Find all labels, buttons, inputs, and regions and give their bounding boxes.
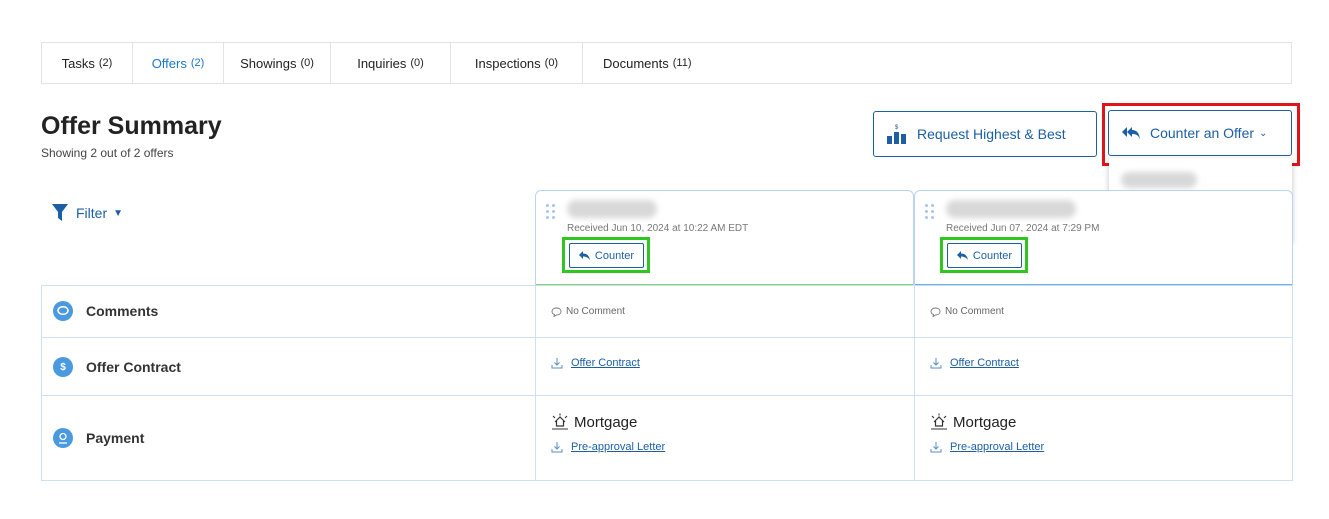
column-divider [41,285,42,481]
offer-contract-link[interactable]: Offer Contract [950,357,1019,369]
received-timestamp: Received Jun 10, 2024 at 10:22 AM EDT [567,223,749,234]
no-comment-text: No Comment [945,306,1004,317]
mortgage-icon [931,413,947,430]
tab-offers[interactable]: Offers (2) [133,43,224,83]
caret-down-icon: ▼ [113,207,124,219]
highlight-box-green: Counter [562,237,650,273]
row-label-payment: Payment [53,428,144,448]
download-icon [551,442,563,453]
redacted-buyer-name [946,200,1076,218]
tab-showings[interactable]: Showings (0) [224,43,331,83]
preapproval-link-row: Pre-approval Letter [930,441,1044,453]
table-row [41,338,1293,396]
preapproval-link-row: Pre-approval Letter [551,441,665,453]
table-row [41,396,1293,481]
tab-count: (0) [300,57,314,69]
drag-handle-icon[interactable] [546,204,556,220]
received-timestamp: Received Jun 07, 2024 at 7:29 PM [946,223,1100,234]
tab-count: (0) [544,57,559,69]
tab-count: (2) [190,57,205,69]
row-label-text: Payment [86,430,145,446]
offer-contract-link-row: Offer Contract [930,357,1019,369]
payment-type: Mortgage [930,413,1016,431]
column-divider [1292,285,1293,481]
comment-icon [53,301,73,321]
redacted-name [1121,172,1197,188]
reply-icon [956,251,968,260]
payment-type-label: Mortgage [953,413,1017,431]
offer-card-header-1: Received Jun 10, 2024 at 10:22 AM EDT Co… [535,190,914,286]
payment-type: Mortgage [551,413,637,431]
offer-contract-link-row: Offer Contract [551,357,640,369]
tab-count: (11) [672,57,692,69]
preapproval-letter-link[interactable]: Pre-approval Letter [950,441,1044,453]
offer-contract-link[interactable]: Offer Contract [571,357,640,369]
preapproval-letter-link[interactable]: Pre-approval Letter [571,441,665,453]
redacted-buyer-name [567,200,657,218]
speech-bubble-icon [551,307,562,317]
column-divider [914,285,915,481]
tab-label: Documents [603,55,669,71]
filter-label: Filter [76,205,108,221]
speech-bubble-icon [930,307,941,317]
comment-cell: No Comment [551,306,625,317]
counter-button[interactable]: Counter [569,243,644,268]
tab-inspections[interactable]: Inspections (0) [451,43,583,83]
highlight-box-green: Counter [940,237,1028,273]
counter-label: Counter [972,249,1013,262]
funnel-icon [52,204,68,221]
no-comment-text: No Comment [566,306,625,317]
tab-inquiries[interactable]: Inquiries (0) [331,43,451,83]
svg-text:$: $ [895,125,899,131]
tab-count: (2) [98,57,113,69]
mortgage-icon [552,413,568,430]
table-row [41,286,1293,338]
drag-handle-icon[interactable] [925,204,935,220]
tab-label: Offers [151,55,187,71]
counter-label: Counter [594,249,635,262]
tab-documents[interactable]: Documents (11) [583,43,1291,83]
reply-all-icon [1122,127,1140,139]
row-label-text: Comments [86,303,159,319]
payment-type-label: Mortgage [574,413,638,431]
counter-an-offer-button[interactable]: Counter an Offer ⌄ [1108,110,1292,156]
tab-count: (0) [410,57,424,69]
download-icon [930,358,942,369]
offer-card-header-2: Received Jun 07, 2024 at 7:29 PM Counter [914,190,1293,286]
row-label-text: Offer Contract [86,359,181,375]
comment-cell: No Comment [930,306,1004,317]
row-label-offer-contract: $ Offer Contract [53,357,181,377]
page-title: Offer Summary [41,112,222,140]
download-icon [551,358,563,369]
bar-chart-icon: $ [887,125,906,144]
payment-icon [53,428,73,448]
download-icon [930,442,942,453]
counter-button[interactable]: Counter [947,243,1022,268]
reply-icon [578,251,590,260]
request-highest-best-label: Request Highest & Best [917,126,1066,142]
request-highest-best-button[interactable]: $ Request Highest & Best [873,111,1097,157]
tab-label: Tasks [61,55,95,71]
column-divider [535,285,536,481]
dollar-icon: $ [53,357,73,377]
chevron-down-icon: ⌄ [1259,127,1268,139]
tab-tasks[interactable]: Tasks (2) [42,43,133,83]
tab-label: Inspections [474,55,541,71]
tab-label: Showings [240,55,297,71]
tab-bar: Tasks (2) Offers (2) Showings (0) Inquiries… [41,42,1292,84]
offer-count-text: Showing 2 out of 2 offers [41,146,174,160]
counter-an-offer-label: Counter an Offer [1150,125,1255,141]
row-label-comments: Comments [53,301,158,321]
tab-label: Inquiries [357,55,407,71]
filter-dropdown[interactable]: Filter ▼ [52,204,123,222]
